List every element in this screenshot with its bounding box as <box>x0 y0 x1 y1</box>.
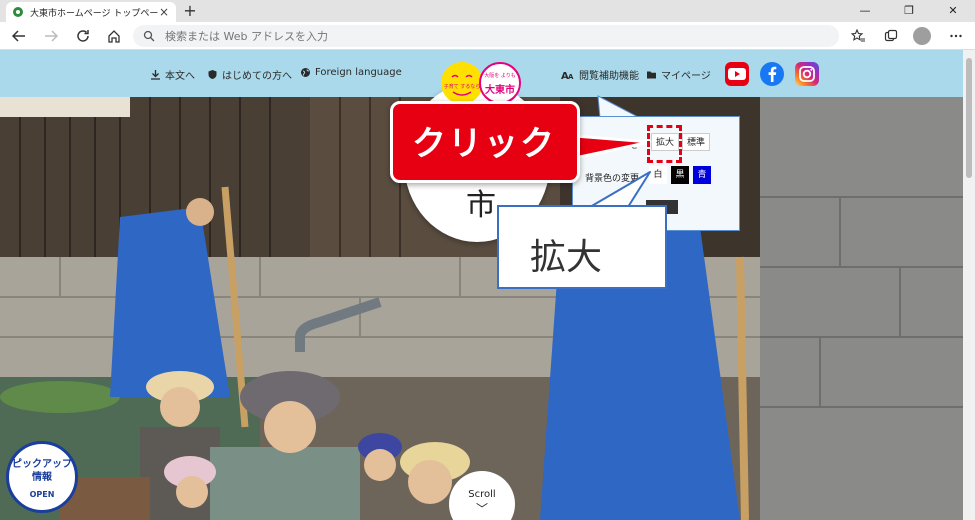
logo-left-badge: 子育て するなら <box>441 62 483 104</box>
facebook-icon <box>768 66 777 82</box>
search-icon <box>143 30 155 42</box>
svg-text:A: A <box>568 73 574 80</box>
forward-button[interactable] <box>40 25 62 47</box>
pickup-title: ピックアップ 情報 <box>12 459 72 483</box>
close-window-button[interactable]: ✕ <box>931 0 975 22</box>
address-bar[interactable] <box>133 25 839 47</box>
nav-accessibility-tools[interactable]: A A 閲覧補助機能 <box>561 67 639 82</box>
restore-button[interactable]: ❐ <box>887 0 931 22</box>
font-standard-button[interactable]: 標準 <box>682 133 710 151</box>
nav-accessibility-label: 閲覧補助機能 <box>579 71 639 82</box>
favorites-star-icon <box>850 28 865 42</box>
refresh-icon <box>77 30 89 42</box>
facebook-link[interactable] <box>760 62 784 86</box>
logo-right-top-text: 大阪を よりも <box>484 72 516 79</box>
globe-icon <box>301 68 310 77</box>
tab-title: 大東市ホームページ トップページ <box>30 8 158 19</box>
chevron-down-icon: ﹀ <box>475 502 488 516</box>
profile-avatar[interactable] <box>913 27 931 45</box>
youtube-icon <box>728 68 746 80</box>
favorites-button[interactable] <box>847 25 869 47</box>
home-button[interactable] <box>103 25 125 47</box>
font-size-label: 文字の大きさ <box>585 141 640 151</box>
city-favicon-icon <box>13 7 23 17</box>
shield-icon <box>208 70 217 79</box>
logo-right-badge: 大阪を よりも 大東市 <box>479 62 521 104</box>
instagram-icon <box>799 66 815 82</box>
bg-white-button[interactable]: 白 <box>649 166 667 184</box>
click-callout-text: クリック <box>412 124 556 164</box>
scroll-label: Scroll <box>468 489 496 500</box>
forward-arrow-icon <box>45 30 59 42</box>
nav-mypage-label: マイページ <box>661 71 711 82</box>
highlight-dashed-box <box>647 125 682 163</box>
nav-mypage[interactable]: マイページ <box>646 67 711 82</box>
back-arrow-icon <box>11 30 25 42</box>
nav-foreign-language[interactable]: Foreign language <box>300 67 402 78</box>
logo-left-text: 子育て するなら <box>444 83 481 90</box>
hero-logo-char: 市 <box>466 188 496 223</box>
smile-logo-icon: 子育て するなら <box>444 74 481 96</box>
collections-icon <box>884 29 898 42</box>
tab-close-icon[interactable]: × <box>158 5 170 19</box>
back-button[interactable] <box>8 25 30 47</box>
zoom-callout-text: 拡大 <box>530 237 603 278</box>
page-scrollbar[interactable] <box>963 50 975 520</box>
download-arrow-icon <box>151 70 160 80</box>
tab-bar: 大東市ホームページ トップページ × + — ❐ ✕ <box>0 0 975 22</box>
nav-first-time-visitors[interactable]: はじめての方へ <box>207 67 292 82</box>
new-tab-button[interactable]: + <box>181 2 199 20</box>
tab-active[interactable]: 大東市ホームページ トップページ × <box>6 2 176 22</box>
nav-foreign-language-label: Foreign language <box>315 67 402 78</box>
font-size-icon: A A <box>561 71 574 80</box>
collections-button[interactable] <box>880 25 902 47</box>
window-controls: — ❐ ✕ <box>843 0 975 22</box>
nav-skip-to-content[interactable]: 本文へ <box>150 67 195 82</box>
folder-icon <box>647 71 656 79</box>
pickup-info-button[interactable]: ピックアップ 情報 OPEN <box>6 441 78 513</box>
instagram-link[interactable] <box>795 62 819 86</box>
nav-skip-label: 本文へ <box>165 71 195 82</box>
bg-color-label: 背景色の変更 <box>585 174 640 184</box>
minimize-button[interactable]: — <box>843 0 887 22</box>
home-icon <box>108 30 120 43</box>
bg-black-button[interactable]: 黒 <box>671 166 689 184</box>
more-dots-icon <box>950 34 962 38</box>
daito-logo-icon: 大阪を よりも 大東市 <box>484 72 516 96</box>
browser-toolbar <box>0 22 975 50</box>
logo-right-main-text: 大東市 <box>485 83 515 96</box>
refresh-button[interactable] <box>72 25 94 47</box>
nav-first-time-label: はじめての方へ <box>222 71 292 82</box>
site-logo[interactable]: 子育て するなら 大阪を よりも 大東市 <box>441 62 525 104</box>
pickup-open-label: OPEN <box>29 490 55 499</box>
page-scrollbar-thumb[interactable] <box>966 58 972 178</box>
address-input[interactable] <box>165 29 805 43</box>
youtube-link[interactable] <box>725 62 749 86</box>
more-menu-button[interactable] <box>945 25 967 47</box>
bg-blue-button[interactable]: 青 <box>693 166 711 184</box>
